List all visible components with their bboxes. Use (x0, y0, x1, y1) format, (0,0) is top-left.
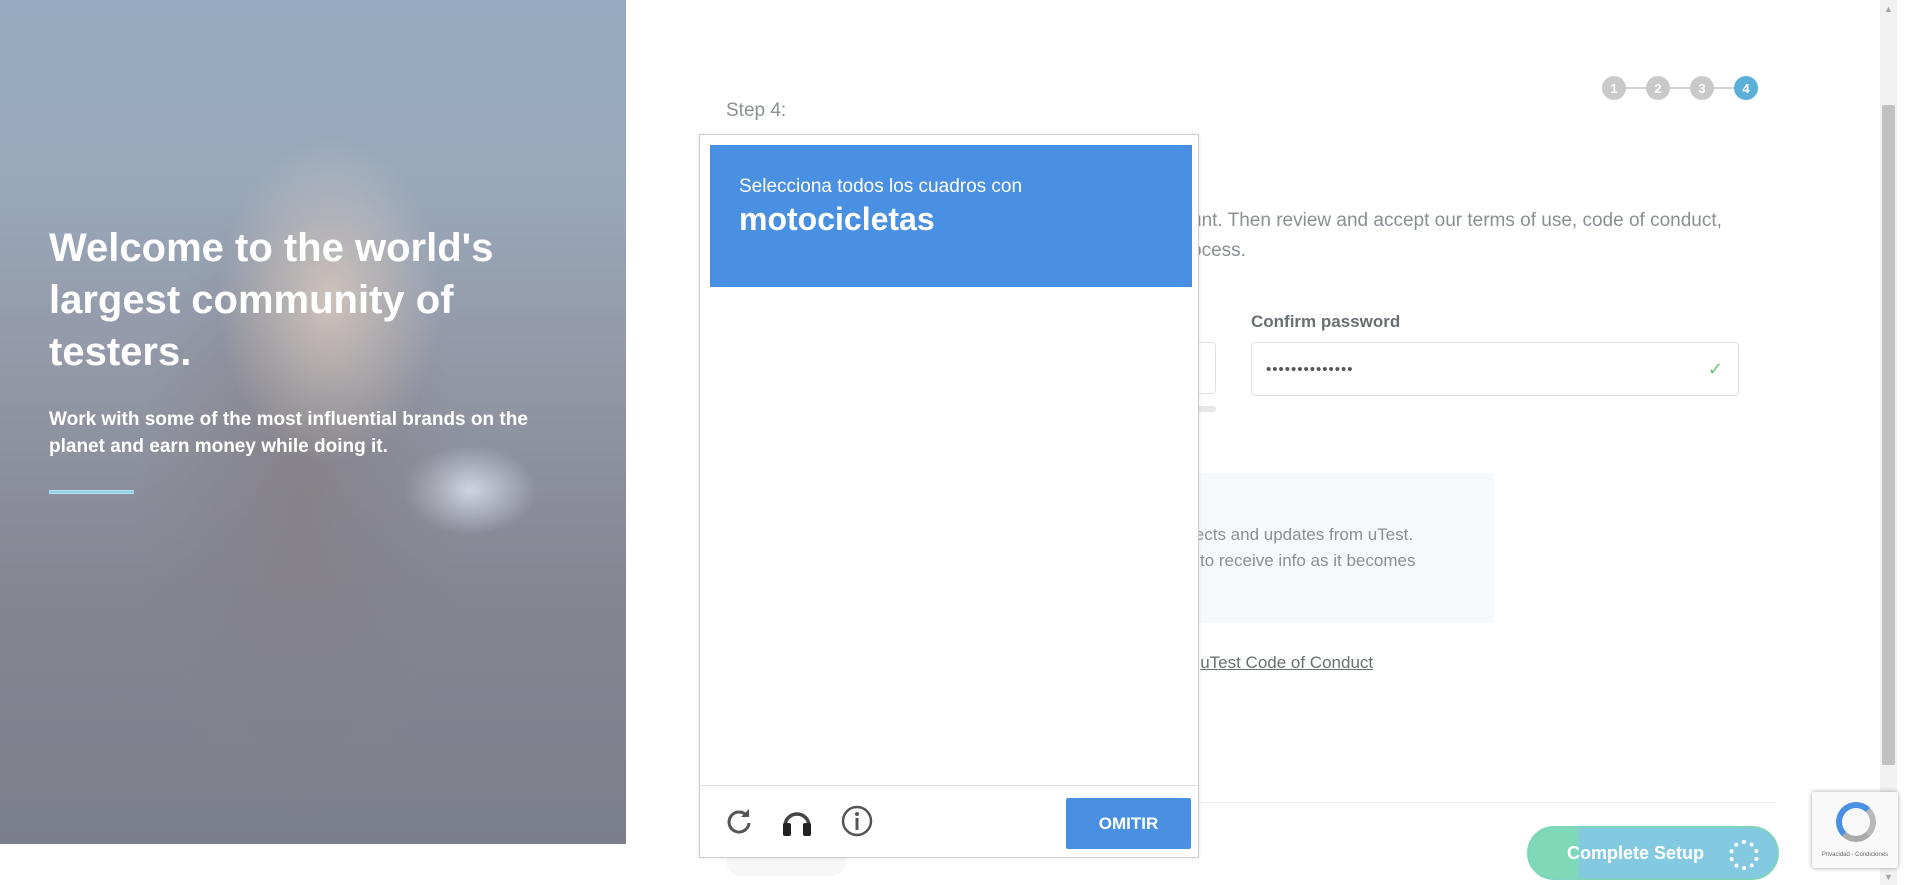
check-icon: ✓ (1707, 358, 1724, 379)
captcha-tile[interactable] (952, 294, 1071, 413)
reload-icon[interactable] (720, 802, 758, 840)
captcha-footer: OMITIR (700, 785, 1198, 857)
recaptcha-terms[interactable]: Privacidad - Condiciones (1812, 852, 1898, 858)
step-dot-1: 1 (1602, 76, 1626, 100)
scroll-up-icon[interactable]: ▲ (1880, 0, 1897, 17)
captcha-tile[interactable] (952, 536, 1071, 655)
captcha-tile[interactable] (710, 657, 829, 776)
confirm-password-input[interactable]: •••••••••••••• ✓ (1251, 342, 1739, 396)
code-of-conduct-row: e uTest Code of Conduct (1186, 653, 1373, 673)
step-indicator: 1 2 3 4 (1602, 75, 1758, 101)
skip-button[interactable]: OMITIR (1066, 798, 1191, 849)
captcha-tile[interactable] (831, 657, 950, 776)
captcha-target: motocicletas (739, 201, 935, 237)
step-dot-4: 4 (1734, 76, 1758, 100)
captcha-tile[interactable] (1073, 415, 1192, 534)
captcha-header: Selecciona todos los cuadros con motocic… (710, 145, 1192, 287)
form-divider (1186, 802, 1776, 803)
headphones-icon[interactable] (778, 802, 816, 840)
recaptcha-logo-icon (1836, 802, 1876, 842)
scrollbar-thumb[interactable] (1882, 105, 1895, 765)
info-icon[interactable] (838, 802, 876, 840)
captcha-tile[interactable] (831, 294, 950, 413)
step-dot-3: 3 (1690, 76, 1714, 100)
step-connector (1670, 87, 1690, 89)
loading-spinner-icon (1729, 840, 1759, 870)
hero-title: Welcome to the world's largest community… (49, 226, 494, 374)
captcha-tile[interactable] (710, 415, 829, 534)
step-description-line: ocess. (1191, 240, 1246, 261)
step-connector (1626, 87, 1646, 89)
captcha-tile[interactable] (831, 415, 950, 534)
hero-divider (49, 490, 134, 494)
captcha-tile[interactable] (952, 415, 1071, 534)
newsletter-line: jects and updates from uTest. (1191, 525, 1414, 544)
recaptcha-badge[interactable]: Privacidad - Condiciones (1812, 792, 1898, 868)
newsletter-line: to receive info as it becomes (1200, 551, 1416, 570)
hero-panel: Welcome to the world's largest community… (0, 0, 626, 844)
captcha-tile[interactable] (1073, 657, 1192, 776)
step-description: unt. Then review and accept our terms of… (1191, 206, 1751, 266)
complete-setup-button[interactable]: Complete Setup (1527, 826, 1779, 880)
captcha-tile[interactable] (831, 536, 950, 655)
code-of-conduct-link[interactable]: uTest Code of Conduct (1200, 653, 1373, 672)
step-connector (1714, 87, 1734, 89)
captcha-tile[interactable] (952, 657, 1071, 776)
step-label: Step 4: (726, 100, 787, 121)
step-dot-2: 2 (1646, 76, 1670, 100)
confirm-password-label: Confirm password (1251, 312, 1401, 331)
captcha-tile[interactable] (1073, 536, 1192, 655)
hero-subtitle: Work with some of the most influential b… (49, 409, 528, 457)
captcha-tile[interactable] (1073, 294, 1192, 413)
captcha-dialog: Selecciona todos los cuadros con motocic… (699, 134, 1199, 858)
captcha-instruction: Selecciona todos los cuadros con (739, 176, 1023, 197)
captcha-tile[interactable] (710, 294, 829, 413)
hero-content: Welcome to the world's largest community… (49, 222, 569, 494)
captcha-grid (710, 294, 1192, 776)
scroll-down-icon[interactable]: ▼ (1880, 868, 1897, 885)
complete-setup-label: Complete Setup (1567, 842, 1705, 863)
newsletter-text: jects and updates from uTest. to receive… (1191, 522, 1415, 574)
captcha-tile[interactable] (710, 536, 829, 655)
step-description-line: unt. Then review and accept our terms of… (1191, 210, 1722, 231)
confirm-password-value: •••••••••••••• (1266, 360, 1354, 378)
